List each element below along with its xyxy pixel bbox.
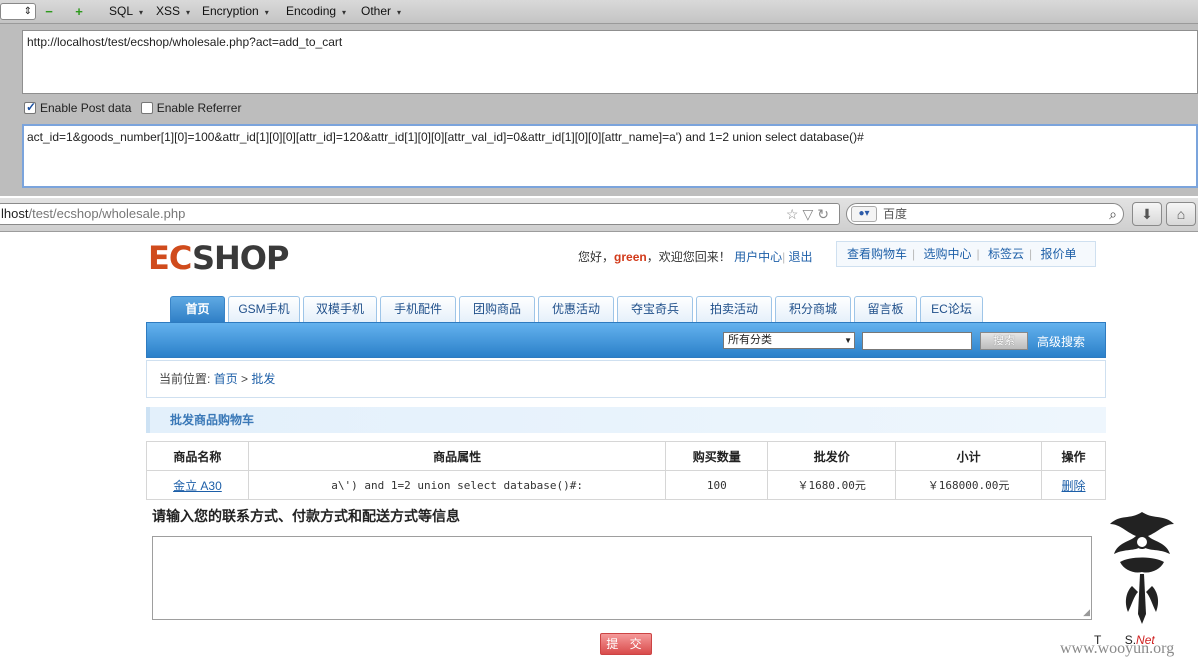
hackbar-select[interactable]: ⇕ [0, 3, 36, 20]
tab-snatch[interactable]: 夺宝奇兵 [617, 296, 693, 322]
checkbox-checked-icon [24, 100, 36, 114]
tab-promotions[interactable]: 优惠活动 [538, 296, 614, 322]
menu-encoding[interactable]: Encoding ▾ [286, 4, 346, 18]
keyword-input[interactable] [862, 332, 972, 350]
enable-post-checkbox[interactable]: Enable Post data [24, 100, 131, 115]
col-subtotal: 小计 [895, 441, 1043, 471]
product-subtotal: ￥168000.00元 [895, 470, 1043, 500]
select-arrow-icon: ▼ [844, 336, 852, 345]
table-row: 金立 A30 a\') and 1=2 union select databas… [146, 470, 1106, 500]
advanced-search-link[interactable]: 高级搜索 [1037, 333, 1085, 350]
col-price: 批发价 [767, 441, 897, 471]
resize-handle-icon[interactable]: ◢ [1083, 607, 1090, 618]
decrease-icon[interactable]: − [42, 5, 56, 19]
pick-center-link[interactable]: 选购中心 [923, 247, 971, 261]
hackbar-options: Enable Post data Enable Referrer [24, 100, 241, 117]
home-icon[interactable]: ⌂ [1166, 202, 1196, 226]
tag-cloud-link[interactable]: 标签云 [988, 247, 1024, 261]
delete-link[interactable]: 删除 [1041, 470, 1106, 500]
tab-accessories[interactable]: 手机配件 [380, 296, 456, 322]
reload-icon[interactable]: ↻ [817, 206, 833, 222]
watermark-url: www.wooyun.org [1060, 640, 1175, 657]
download-icon[interactable]: ⬇ [1132, 202, 1162, 226]
tab-ec-forum[interactable]: EC论坛 [920, 296, 983, 322]
wholesale-cart-table: 商品名称 商品属性 购买数量 批发价 小计 操作 金立 A30 a\') and… [146, 441, 1106, 500]
search-bar[interactable]: ●▾ 百度 ⌕ [846, 203, 1124, 225]
section-title: 批发商品购物车 [146, 407, 1106, 433]
menu-encryption[interactable]: Encryption ▾ [202, 4, 269, 18]
product-name-link[interactable]: 金立 A30 [146, 470, 249, 500]
view-cart-link[interactable]: 查看购物车 [847, 247, 907, 261]
search-icon[interactable]: ⌕ [1109, 204, 1117, 224]
logout-link[interactable]: 退出 [789, 250, 813, 264]
col-qty: 购买数量 [665, 441, 769, 471]
menu-xss[interactable]: XSS ▾ [156, 4, 190, 18]
increase-icon[interactable]: + [72, 5, 86, 19]
col-name: 商品名称 [146, 441, 249, 471]
site-search-bar: 所有分类 ▼ 搜索 高级搜索 [146, 322, 1106, 358]
dragon-watermark-icon [1110, 512, 1174, 624]
quote-link[interactable]: 报价单 [1040, 247, 1076, 261]
product-price: ￥1680.00元 [767, 470, 897, 500]
breadcrumb: 当前位置: 首页 > 批发 [146, 360, 1106, 398]
user-center-link[interactable]: 用户中心 [734, 250, 782, 264]
bookmark-star-icon[interactable]: ☆ [786, 206, 803, 222]
tab-gsm[interactable]: GSM手机 [228, 296, 300, 322]
menu-other[interactable]: Other ▾ [361, 4, 401, 18]
search-button[interactable]: 搜索 [980, 332, 1028, 350]
top-links: 查看购物车 | 选购中心 | 标签云 | 报价单 [836, 241, 1096, 267]
tab-home[interactable]: 首页 [170, 296, 225, 322]
col-action: 操作 [1041, 441, 1106, 471]
menu-sql[interactable]: SQL ▾ [109, 4, 143, 18]
dropdown-icon[interactable]: ▽ [802, 206, 817, 222]
tab-auction[interactable]: 拍卖活动 [696, 296, 772, 322]
contact-info-textarea[interactable]: ◢ [152, 536, 1092, 620]
hackbar-menu: ⇕ − + SQL ▾ XSS ▾ Encryption ▾ Encoding ▾ Ot… [0, 0, 1198, 24]
main-nav: 首页 GSM手机 双模手机 手机配件 团购商品 优惠活动 夺宝奇兵 拍卖活动 积分商城 留言板 EC… [170, 296, 986, 322]
tab-group-buy[interactable]: 团购商品 [459, 296, 535, 322]
category-select[interactable]: 所有分类 ▼ [723, 332, 855, 349]
contact-info-heading: 请输入您的联系方式、付款方式和配送方式等信息 [152, 508, 460, 524]
hackbar-post-field[interactable]: act_id=1&goods_number[1][0]=100&attr_id[… [22, 124, 1198, 188]
tab-points-mall[interactable]: 积分商城 [775, 296, 851, 322]
address-bar[interactable]: lhost/test/ecshop/wholesale.php ☆▽↻ [0, 203, 840, 225]
enable-referrer-checkbox[interactable]: Enable Referrer [140, 101, 241, 115]
user-greeting: 您好，green，欢迎您回来！ 用户中心| 退出 [578, 250, 813, 264]
breadcrumb-wholesale-link[interactable]: 批发 [251, 372, 275, 386]
hackbar-panel: ⇕ − + SQL ▾ XSS ▾ Encryption ▾ Encoding ▾ Ot… [0, 0, 1198, 196]
baidu-paw-icon[interactable]: ●▾ [851, 206, 877, 222]
table-header-row: 商品名称 商品属性 购买数量 批发价 小计 操作 [146, 441, 1106, 471]
tab-message-board[interactable]: 留言板 [854, 296, 917, 322]
ecshop-logo[interactable]: ECSHOP [148, 240, 289, 276]
col-attr: 商品属性 [247, 441, 667, 471]
hackbar-url-field[interactable]: http://localhost/test/ecshop/wholesale.p… [22, 30, 1198, 94]
product-qty: 100 [665, 470, 769, 500]
checkbox-unchecked-icon [140, 102, 153, 114]
tab-dual-mode[interactable]: 双模手机 [303, 296, 377, 322]
browser-navbar: lhost/test/ecshop/wholesale.php ☆▽↻ ●▾ 百… [0, 198, 1198, 232]
submit-button[interactable]: 提 交 [600, 633, 652, 655]
product-attr: a\') and 1=2 union select database()#: [247, 470, 667, 500]
breadcrumb-home-link[interactable]: 首页 [214, 372, 238, 386]
